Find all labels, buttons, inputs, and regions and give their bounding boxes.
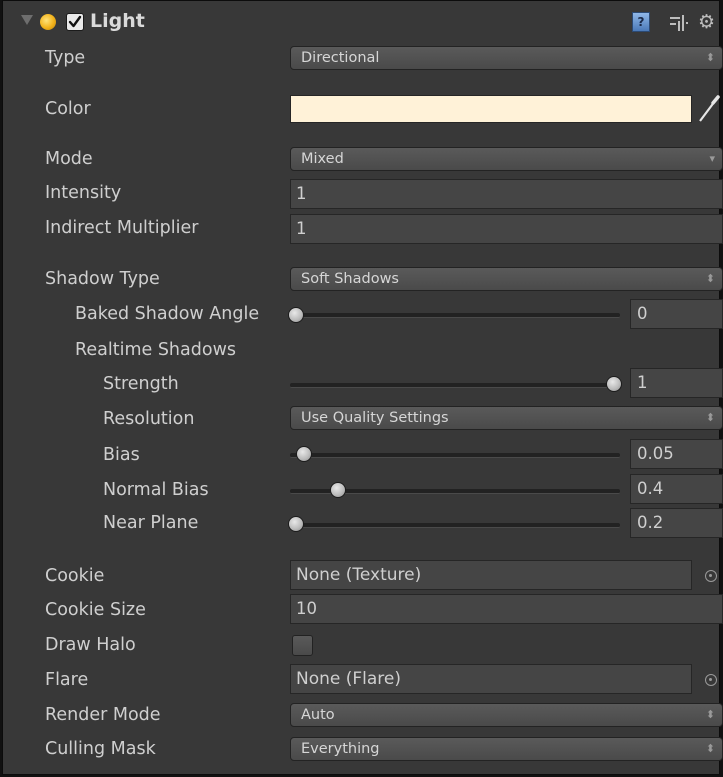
color-label: Color — [45, 99, 91, 119]
normal-bias-field[interactable]: 0.4 — [630, 474, 723, 504]
component-title: Light — [90, 10, 145, 32]
updown-arrow-icon: ⬍ — [705, 51, 715, 64]
bias-slider-thumb[interactable] — [296, 446, 312, 462]
strength-slider-track[interactable] — [290, 383, 620, 388]
object-picker-icon[interactable] — [705, 674, 717, 686]
normal-bias-label: Normal Bias — [103, 480, 209, 500]
component-header[interactable]: Light ? ⚙ — [3, 1, 719, 43]
realtime-shadows-label: Realtime Shadows — [75, 340, 236, 360]
light-inspector-panel: Light ? ⚙ Type Directional ⬍ Color Mode … — [2, 0, 723, 775]
type-dropdown[interactable]: Directional ⬍ — [290, 46, 723, 70]
culling-mask-dropdown[interactable]: Everything ⬍ — [290, 737, 723, 761]
normal-bias-slider-thumb[interactable] — [330, 482, 346, 498]
help-book-icon[interactable]: ? — [632, 12, 650, 32]
indirect-multiplier-label: Indirect Multiplier — [45, 218, 199, 238]
color-swatch[interactable] — [290, 95, 692, 123]
near-plane-slider-track[interactable] — [290, 523, 620, 528]
baked-shadow-angle-slider-thumb[interactable] — [288, 307, 304, 323]
eyedropper-icon[interactable] — [697, 95, 721, 123]
updown-arrow-icon: ⬍ — [705, 411, 715, 424]
bias-field[interactable]: 0.05 — [630, 439, 723, 469]
strength-field[interactable]: 1 — [630, 368, 723, 398]
enable-checkbox[interactable] — [66, 13, 84, 31]
intensity-field[interactable]: 1 — [290, 179, 723, 209]
render-mode-value: Auto — [301, 707, 335, 723]
gear-icon[interactable]: ⚙ — [698, 12, 715, 32]
render-mode-label: Render Mode — [45, 705, 161, 725]
culling-mask-value: Everything — [301, 741, 380, 757]
resolution-dropdown[interactable]: Use Quality Settings ⬍ — [290, 406, 723, 430]
cookie-size-label: Cookie Size — [45, 600, 146, 620]
updown-arrow-icon: ⬍ — [705, 742, 715, 755]
mode-label: Mode — [45, 149, 93, 169]
near-plane-slider-thumb[interactable] — [288, 516, 304, 532]
mode-dropdown[interactable]: Mixed ▾ — [290, 147, 723, 171]
baked-shadow-angle-slider-track[interactable] — [290, 313, 620, 318]
mode-value: Mixed — [301, 151, 344, 167]
foldout-arrow-icon[interactable] — [21, 15, 33, 25]
shadow-type-label: Shadow Type — [45, 269, 160, 289]
strength-slider-thumb[interactable] — [606, 376, 622, 392]
draw-halo-label: Draw Halo — [45, 635, 136, 655]
resolution-label: Resolution — [103, 409, 195, 429]
type-value: Directional — [301, 50, 380, 66]
near-plane-field[interactable]: 0.2 — [630, 508, 723, 538]
shadow-type-dropdown[interactable]: Soft Shadows ⬍ — [290, 267, 723, 291]
checkmark-icon — [68, 15, 82, 28]
strength-label: Strength — [103, 374, 179, 394]
chevron-down-icon: ▾ — [709, 152, 715, 165]
near-plane-label: Near Plane — [103, 513, 199, 533]
object-picker-icon[interactable] — [705, 570, 717, 582]
bias-label: Bias — [103, 445, 140, 465]
resolution-value: Use Quality Settings — [301, 410, 449, 426]
bias-slider-track[interactable] — [290, 453, 620, 458]
type-label: Type — [45, 48, 86, 68]
shadow-type-value: Soft Shadows — [301, 271, 399, 287]
light-bulb-icon — [40, 14, 56, 30]
cookie-object-field[interactable]: None (Texture) — [290, 560, 692, 590]
flare-object-field[interactable]: None (Flare) — [290, 664, 692, 694]
culling-mask-label: Culling Mask — [45, 739, 156, 759]
baked-shadow-angle-field[interactable]: 0 — [630, 299, 723, 329]
draw-halo-checkbox[interactable] — [292, 635, 313, 656]
cookie-label: Cookie — [45, 566, 105, 586]
indirect-multiplier-field[interactable]: 1 — [290, 214, 723, 244]
updown-arrow-icon: ⬍ — [705, 708, 715, 721]
cookie-size-field[interactable]: 10 — [290, 594, 723, 624]
updown-arrow-icon: ⬍ — [705, 272, 715, 285]
flare-label: Flare — [45, 670, 89, 690]
render-mode-dropdown[interactable]: Auto ⬍ — [290, 703, 723, 727]
intensity-label: Intensity — [45, 183, 122, 203]
preset-sliders-icon[interactable] — [668, 14, 688, 32]
baked-shadow-angle-label: Baked Shadow Angle — [75, 304, 260, 324]
